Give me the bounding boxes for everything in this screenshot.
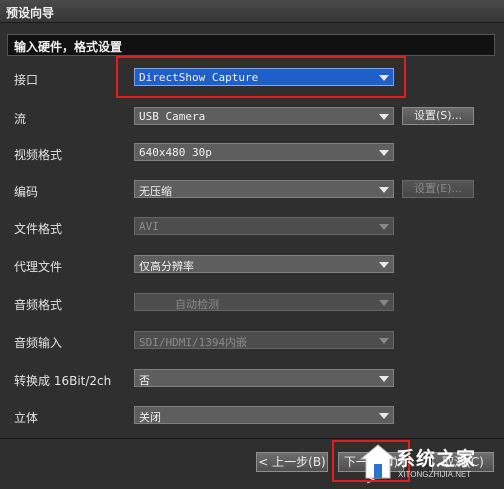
proxy-file-select[interactable]: 仅高分辨率 bbox=[134, 255, 394, 273]
codec-label: 编码 bbox=[14, 185, 39, 199]
stereo-value: 关闭 bbox=[139, 411, 161, 424]
chevron-down-icon bbox=[379, 150, 389, 156]
stereo-label: 立体 bbox=[14, 411, 39, 425]
chevron-down-icon bbox=[379, 300, 389, 306]
house-logo-icon bbox=[359, 444, 397, 479]
codec-value: 无压缩 bbox=[139, 185, 172, 198]
chevron-down-icon bbox=[379, 262, 389, 268]
convert-16bit-label: 转换成 16Bit/2ch bbox=[14, 374, 112, 388]
back-button[interactable]: < 上一步(B) bbox=[256, 452, 328, 472]
audio-format-value: 自动检测 bbox=[175, 298, 219, 311]
section-title: 输入硬件，格式设置 bbox=[14, 40, 123, 54]
watermark-text: 系统之家 bbox=[396, 448, 477, 470]
title-bar: 预设向导 bbox=[0, 0, 504, 23]
chevron-down-icon bbox=[379, 114, 389, 120]
interface-label: 接口 bbox=[14, 73, 39, 87]
codec-settings-button[interactable]: 设置(E)... bbox=[402, 180, 474, 198]
stream-select[interactable]: USB Camera bbox=[134, 107, 394, 125]
watermark-url: XITONGZHIJIA.NET bbox=[398, 470, 472, 479]
chevron-down-icon bbox=[379, 187, 389, 193]
proxy-file-label: 代理文件 bbox=[14, 260, 63, 274]
section-header: 输入硬件，格式设置 bbox=[7, 34, 495, 56]
footer-divider bbox=[0, 438, 504, 439]
audio-input-select[interactable]: SDI/HDMI/1394内嵌 bbox=[134, 331, 394, 349]
video-format-select[interactable]: 640x480 30p bbox=[134, 143, 394, 161]
watermark: 系统之家 XITONGZHIJIA.NET bbox=[356, 440, 504, 484]
interface-highlight-box bbox=[116, 56, 406, 98]
chevron-down-icon bbox=[379, 224, 389, 230]
video-format-label: 视频格式 bbox=[14, 148, 63, 162]
audio-format-select[interactable]: 自动检测 bbox=[134, 293, 394, 311]
stereo-select[interactable]: 关闭 bbox=[134, 406, 394, 424]
file-format-value: AVI bbox=[139, 220, 159, 233]
chevron-down-icon bbox=[379, 413, 389, 419]
convert-16bit-value: 否 bbox=[139, 374, 150, 387]
chevron-down-icon bbox=[379, 338, 389, 344]
convert-16bit-select[interactable]: 否 bbox=[134, 369, 394, 387]
file-format-label: 文件格式 bbox=[14, 222, 63, 236]
audio-format-label: 音频格式 bbox=[14, 298, 63, 312]
file-format-select[interactable]: AVI bbox=[134, 217, 394, 235]
codec-select[interactable]: 无压缩 bbox=[134, 180, 394, 198]
window-title: 预设向导 bbox=[6, 6, 55, 20]
chevron-down-icon bbox=[379, 376, 389, 382]
stream-settings-button[interactable]: 设置(S)... bbox=[402, 107, 474, 125]
stream-value: USB Camera bbox=[139, 110, 206, 123]
audio-input-label: 音频输入 bbox=[14, 336, 63, 350]
stream-label: 流 bbox=[14, 112, 27, 126]
video-format-value: 640x480 30p bbox=[139, 146, 212, 159]
audio-input-value: SDI/HDMI/1394内嵌 bbox=[139, 336, 248, 349]
proxy-file-value: 仅高分辨率 bbox=[139, 260, 194, 273]
